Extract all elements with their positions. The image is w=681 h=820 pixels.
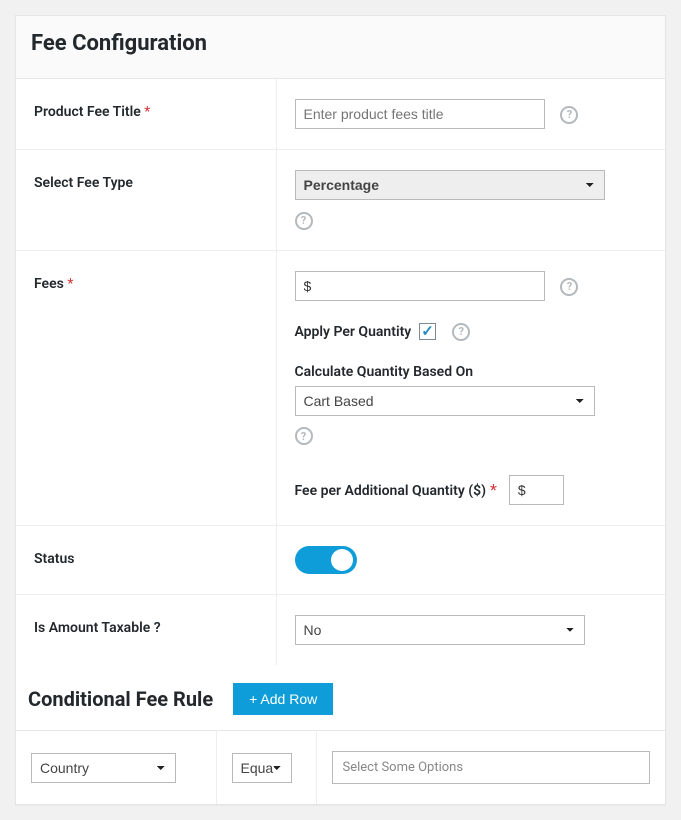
- fees-input[interactable]: [295, 271, 545, 301]
- fee-config-table: Product Fee Title * Select Fee Type Perc…: [16, 79, 665, 665]
- fee-configuration-title: Fee Configuration: [31, 31, 650, 56]
- status-toggle[interactable]: [295, 546, 357, 574]
- conditional-fee-title: Conditional Fee Rule: [28, 687, 213, 711]
- status-label-cell: Status: [16, 526, 276, 595]
- fee-per-additional-input[interactable]: [509, 475, 564, 505]
- fee-type-select[interactable]: Percentage: [295, 170, 605, 200]
- calc-quantity-label: Calculate Quantity Based On: [295, 364, 474, 380]
- required-indicator: *: [144, 104, 150, 120]
- status-label: Status: [34, 551, 74, 567]
- select-fee-type-label-cell: Select Fee Type: [16, 150, 276, 251]
- fees-label-cell: Fees *: [16, 250, 276, 526]
- condition-values-multiselect[interactable]: Select Some Options: [332, 751, 651, 784]
- toggle-knob: [331, 549, 353, 571]
- fee-per-additional-label: Fee per Additional Quantity ($): [295, 483, 487, 499]
- help-icon[interactable]: [452, 323, 470, 341]
- taxable-label: Is Amount Taxable ?: [34, 620, 161, 636]
- required-indicator: *: [490, 480, 497, 499]
- conditional-fee-header: Conditional Fee Rule + Add Row: [16, 665, 665, 730]
- fee-configuration-heading: Fee Configuration: [16, 16, 665, 79]
- help-icon[interactable]: [295, 212, 313, 230]
- product-fee-title-label-cell: Product Fee Title *: [16, 79, 276, 150]
- condition-operator-select[interactable]: Equa: [232, 753, 292, 783]
- product-fee-title-label: Product Fee Title: [34, 104, 141, 120]
- apply-per-quantity-label: Apply Per Quantity: [295, 324, 412, 340]
- taxable-label-cell: Is Amount Taxable ?: [16, 595, 276, 666]
- required-indicator: *: [67, 276, 73, 292]
- fees-label: Fees: [34, 276, 64, 292]
- product-fee-title-input[interactable]: [295, 99, 545, 129]
- help-icon[interactable]: [560, 278, 578, 296]
- conditional-rule-row: Country Equa Select Some Options: [16, 731, 665, 805]
- calc-quantity-select[interactable]: Cart Based: [295, 386, 595, 416]
- taxable-select[interactable]: No: [295, 615, 585, 645]
- help-icon[interactable]: [560, 106, 578, 124]
- conditional-rule-table: Country Equa Select Some Options: [16, 730, 665, 804]
- apply-per-quantity-checkbox[interactable]: [419, 323, 436, 340]
- add-row-button[interactable]: + Add Row: [233, 683, 333, 715]
- select-fee-type-label: Select Fee Type: [34, 175, 133, 191]
- help-icon[interactable]: [295, 427, 313, 445]
- condition-field-select[interactable]: Country: [31, 753, 176, 783]
- fee-configuration-panel: Fee Configuration Product Fee Title * Se…: [15, 15, 666, 805]
